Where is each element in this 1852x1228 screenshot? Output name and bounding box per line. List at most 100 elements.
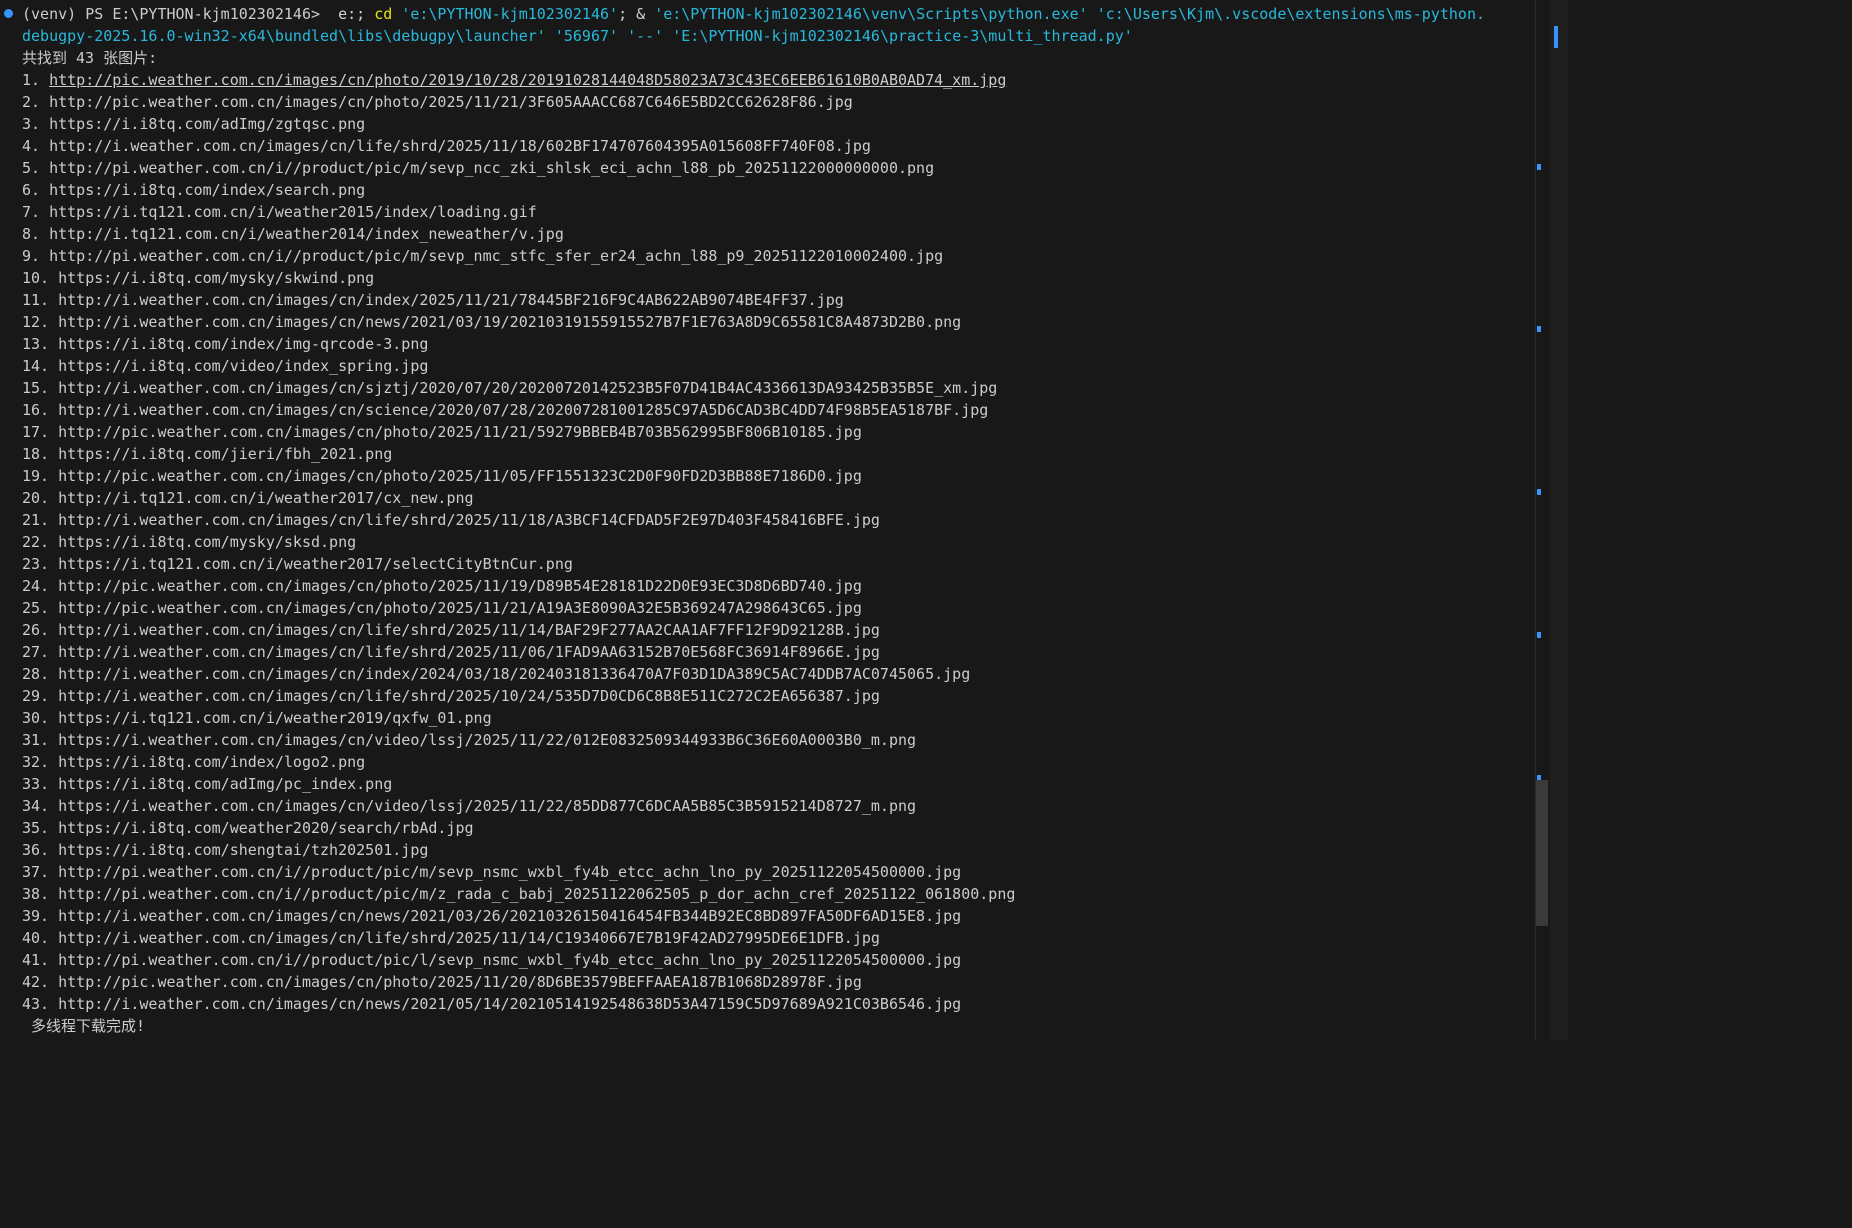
url-link[interactable]: http://i.weather.com.cn/images/cn/news/2… [58,313,961,331]
url-link[interactable]: http://pi.weather.com.cn/i//product/pic/… [49,159,934,177]
url-link[interactable]: http://i.tq121.com.cn/i/weather2017/cx_n… [58,489,473,507]
url-index: 1. [22,71,41,89]
url-index: 43. [22,995,50,1013]
side-strip [1550,0,1568,1040]
cmd-sep: ; [356,5,366,23]
cmd-script-path: 'E:\PYTHON-kjm102302146\practice-3\multi… [672,27,1133,45]
command-status-dot-icon[interactable] [4,9,13,18]
url-link[interactable]: http://i.weather.com.cn/images/cn/life/s… [58,929,880,947]
url-row: 2. http://pic.weather.com.cn/images/cn/p… [22,91,1532,113]
url-row: 18. https://i.i8tq.com/jieri/fbh_2021.pn… [22,443,1532,465]
url-link[interactable]: https://i.weather.com.cn/images/cn/video… [58,731,916,749]
url-row: 35. https://i.i8tq.com/weather2020/searc… [22,817,1532,839]
url-link[interactable]: http://i.weather.com.cn/images/cn/news/2… [58,995,961,1013]
scrollbar-thumb[interactable] [1536,780,1548,926]
url-link[interactable]: http://pic.weather.com.cn/images/cn/phot… [49,71,1006,89]
scrollbar-marker [1537,489,1541,495]
url-link[interactable]: https://i.tq121.com.cn/i/weather2015/ind… [49,203,537,221]
url-row: 25. http://pic.weather.com.cn/images/cn/… [22,597,1532,619]
cmd-python-path: 'e:\PYTHON-kjm102302146\venv\Scripts\pyt… [654,5,1088,23]
ps-label: PS [85,5,104,23]
url-row: 21. http://i.weather.com.cn/images/cn/li… [22,509,1532,531]
cmd-drive: e: [338,5,357,23]
url-index: 38. [22,885,50,903]
url-row: 40. http://i.weather.com.cn/images/cn/li… [22,927,1532,949]
url-link[interactable]: https://i.i8tq.com/jieri/fbh_2021.png [58,445,392,463]
url-link[interactable]: https://i.weather.com.cn/images/cn/video… [58,797,916,815]
url-link[interactable]: http://pi.weather.com.cn/i//product/pic/… [58,863,961,881]
url-link[interactable]: http://i.weather.com.cn/images/cn/life/s… [58,687,880,705]
url-link[interactable]: http://pic.weather.com.cn/images/cn/phot… [58,577,862,595]
url-link[interactable]: http://i.weather.com.cn/images/cn/life/s… [58,643,880,661]
cmd-cd: cd [374,5,393,23]
url-link[interactable]: https://i.i8tq.com/index/img-qrcode-3.pn… [58,335,428,353]
venv-label: (venv) [22,5,77,23]
url-link[interactable]: https://i.i8tq.com/shengtai/tzh202501.jp… [58,841,428,859]
url-row: 1. http://pic.weather.com.cn/images/cn/p… [22,69,1532,91]
url-row: 9. http://pi.weather.com.cn/i//product/p… [22,245,1532,267]
url-row: 38. http://pi.weather.com.cn/i//product/… [22,883,1532,905]
url-link[interactable]: http://i.weather.com.cn/images/cn/sjztj/… [58,379,997,397]
url-link[interactable]: http://pic.weather.com.cn/images/cn/phot… [58,423,862,441]
url-link[interactable]: http://i.weather.com.cn/images/cn/life/s… [49,137,871,155]
url-row: 3. https://i.i8tq.com/adImg/zgtqsc.png [22,113,1532,135]
url-link[interactable]: http://pic.weather.com.cn/images/cn/phot… [58,467,862,485]
cmd-sep-amp: ; & [618,5,646,23]
url-row: 41. http://pi.weather.com.cn/i//product/… [22,949,1532,971]
url-index: 8. [22,225,41,243]
url-link[interactable]: http://i.tq121.com.cn/i/weather2014/inde… [49,225,564,243]
url-link[interactable]: http://i.weather.com.cn/images/cn/life/s… [58,621,880,639]
cwd-label: E:\PYTHON-kjm102302146> [112,5,321,23]
url-index: 21. [22,511,50,529]
url-index: 22. [22,533,50,551]
scrollbar-marker [1537,326,1541,332]
url-row: 11. http://i.weather.com.cn/images/cn/in… [22,289,1532,311]
url-link[interactable]: http://pic.weather.com.cn/images/cn/phot… [58,973,862,991]
url-row: 37. http://pi.weather.com.cn/i//product/… [22,861,1532,883]
url-link[interactable]: http://i.weather.com.cn/images/cn/index/… [58,291,844,309]
url-link[interactable]: http://pi.weather.com.cn/i//product/pic/… [58,951,961,969]
url-row: 28. http://i.weather.com.cn/images/cn/in… [22,663,1532,685]
terminal-panel[interactable]: (venv) PS E:\PYTHON-kjm102302146> e:; cd… [0,0,1568,1040]
url-index: 31. [22,731,50,749]
url-index: 11. [22,291,50,309]
url-link[interactable]: https://i.i8tq.com/index/search.png [49,181,365,199]
cmd-port: '56967' [554,27,619,45]
url-index: 33. [22,775,50,793]
url-index: 15. [22,379,50,397]
url-link[interactable]: http://pi.weather.com.cn/i//product/pic/… [58,885,1015,903]
url-link[interactable]: https://i.i8tq.com/weather2020/search/rb… [58,819,473,837]
url-link[interactable]: https://i.i8tq.com/mysky/skwind.png [58,269,374,287]
url-row: 22. https://i.i8tq.com/mysky/sksd.png [22,531,1532,553]
url-row: 17. http://pic.weather.com.cn/images/cn/… [22,421,1532,443]
url-row: 4. http://i.weather.com.cn/images/cn/lif… [22,135,1532,157]
url-index: 37. [22,863,50,881]
scrollbar-marker [1537,632,1541,638]
url-link[interactable]: http://pic.weather.com.cn/images/cn/phot… [49,93,853,111]
url-link[interactable]: https://i.i8tq.com/index/logo2.png [58,753,365,771]
url-link[interactable]: http://i.weather.com.cn/images/cn/scienc… [58,401,988,419]
url-link[interactable]: http://pi.weather.com.cn/i//product/pic/… [49,247,943,265]
url-link[interactable]: http://i.weather.com.cn/images/cn/life/s… [58,511,880,529]
url-index: 41. [22,951,50,969]
url-link[interactable]: https://i.i8tq.com/adImg/pc_index.png [58,775,392,793]
url-link[interactable]: http://pic.weather.com.cn/images/cn/phot… [58,599,862,617]
url-row: 39. http://i.weather.com.cn/images/cn/ne… [22,905,1532,927]
url-link[interactable]: https://i.tq121.com.cn/i/weather2017/sel… [58,555,573,573]
url-row: 16. http://i.weather.com.cn/images/cn/sc… [22,399,1532,421]
url-link[interactable]: https://i.i8tq.com/video/index_spring.jp… [58,357,428,375]
url-link[interactable]: http://i.weather.com.cn/images/cn/news/2… [58,907,961,925]
url-link[interactable]: http://i.weather.com.cn/images/cn/index/… [58,665,970,683]
url-row: 29. http://i.weather.com.cn/images/cn/li… [22,685,1532,707]
url-index: 7. [22,203,41,221]
url-row: 26. http://i.weather.com.cn/images/cn/li… [22,619,1532,641]
url-link[interactable]: https://i.i8tq.com/adImg/zgtqsc.png [49,115,365,133]
url-link[interactable]: https://i.tq121.com.cn/i/weather2019/qxf… [58,709,491,727]
url-link[interactable]: https://i.i8tq.com/mysky/sksd.png [58,533,356,551]
url-index: 36. [22,841,50,859]
url-index: 35. [22,819,50,837]
url-index: 20. [22,489,50,507]
url-row: 5. http://pi.weather.com.cn/i//product/p… [22,157,1532,179]
url-index: 28. [22,665,50,683]
url-row: 12. http://i.weather.com.cn/images/cn/ne… [22,311,1532,333]
